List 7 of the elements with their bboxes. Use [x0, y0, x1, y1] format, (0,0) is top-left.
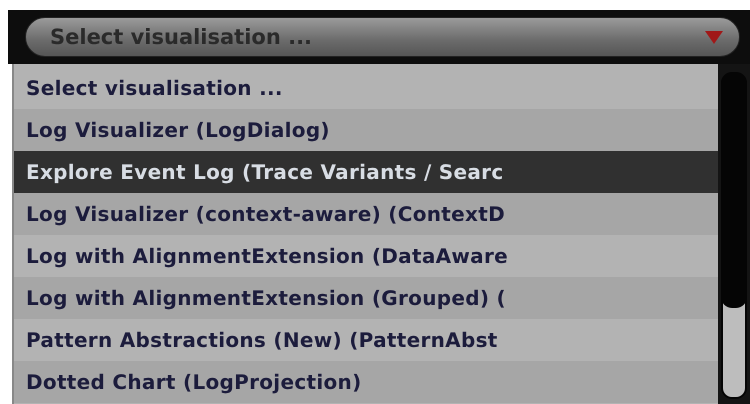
scrollbar[interactable] — [721, 72, 747, 400]
dropdown-option[interactable]: Dotted Chart (LogProjection) — [14, 361, 718, 403]
dropdown-option[interactable]: Log with AlignmentExtension (Grouped) ( — [14, 277, 718, 319]
dropdown-option[interactable]: Log Visualizer (LogDialog) — [14, 109, 718, 151]
dropdown-option[interactable]: Explore Event Log (Trace Variants / Searc — [14, 151, 718, 193]
dropdown-option[interactable]: Log Visualizer (context-aware) (ContextD — [14, 193, 718, 235]
dropdown-arrow-icon — [705, 30, 723, 44]
